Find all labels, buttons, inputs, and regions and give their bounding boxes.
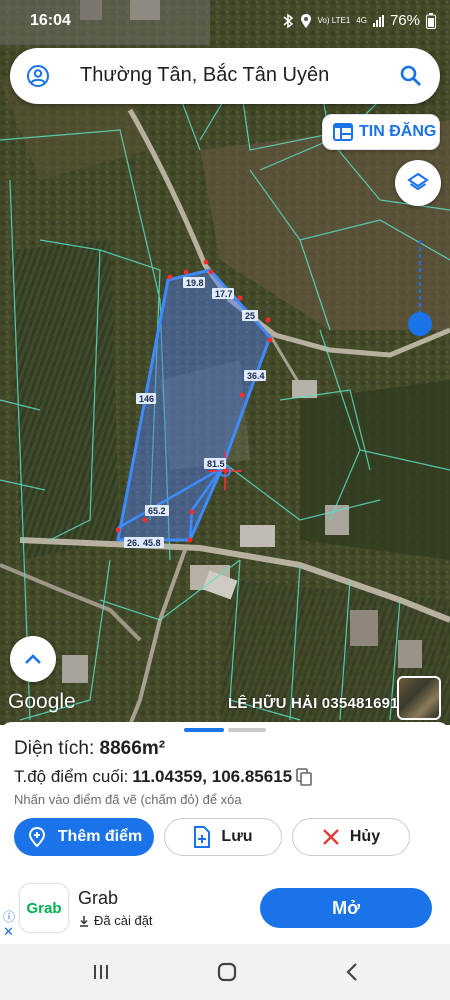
- owner-label: LÊ HỮU HẢI 0354816914: [228, 695, 408, 712]
- chevron-up-icon: [25, 654, 41, 664]
- coord-label: T.độ điểm cuối:: [14, 767, 129, 786]
- page-dot-active: [184, 728, 224, 732]
- ad-info-icon[interactable]: ⓘ: [3, 908, 15, 925]
- search-bar[interactable]: Thường Tân, Bắc Tân Uyên: [10, 48, 440, 104]
- tin-dang-button[interactable]: TIN ĐĂNG: [322, 114, 440, 150]
- back-icon[interactable]: [341, 960, 365, 984]
- status-icons: Vo) LTE1 4G 76%: [282, 12, 436, 29]
- area-value: 8866m²: [99, 738, 166, 759]
- bluetooth-icon: [283, 13, 293, 28]
- search-icon[interactable]: [398, 63, 424, 89]
- search-query[interactable]: Thường Tân, Bắc Tân Uyên: [80, 64, 329, 87]
- battery-level: 76%: [389, 12, 420, 29]
- add-location-icon: [28, 826, 45, 848]
- area-line: Diện tích: 8866m²: [14, 738, 165, 760]
- google-attribution: Google: [8, 690, 76, 713]
- ad-installed: Đã cài đặt: [78, 913, 153, 928]
- status-bar: 16:04 Vo) LTE1 4G 76%: [0, 0, 450, 44]
- hint-text: Nhấn vào điểm đã vẽ (chấm đỏ) để xóa: [14, 792, 242, 807]
- ad-banner[interactable]: ⓘ ✕ Grab Grab Đã cài đặt Mở: [0, 878, 450, 942]
- location-icon: [300, 13, 311, 28]
- page-dot: [228, 728, 266, 732]
- layers-icon: [407, 172, 429, 191]
- street-view-thumbnail[interactable]: [397, 676, 441, 720]
- home-icon[interactable]: [215, 960, 239, 984]
- map-view[interactable]: 19.8 17.7 25 36.4 146 81.5 65.2 26. 45.8: [0, 0, 450, 725]
- signal-icon: [372, 14, 384, 27]
- cancel-button[interactable]: Hủy: [292, 818, 410, 856]
- grab-logo: Grab: [20, 884, 68, 932]
- close-icon: [323, 829, 339, 845]
- cancel-label: Hủy: [349, 828, 381, 845]
- account-icon[interactable]: [26, 64, 50, 88]
- layers-button[interactable]: [395, 160, 441, 206]
- save-label: Lưu: [221, 828, 253, 845]
- copy-icon[interactable]: [296, 768, 312, 786]
- recents-icon[interactable]: [89, 960, 113, 984]
- add-file-icon: [194, 826, 211, 848]
- opacity-slider-track[interactable]: [419, 240, 421, 320]
- opacity-slider-thumb[interactable]: [408, 312, 432, 336]
- add-point-label: Thêm điểm: [57, 828, 143, 845]
- status-time: 16:04: [30, 12, 71, 29]
- add-point-button[interactable]: Thêm điểm: [14, 818, 154, 856]
- tin-dang-label: TIN ĐĂNG: [359, 123, 437, 140]
- download-icon: [80, 915, 88, 927]
- ad-close-icon[interactable]: ✕: [3, 924, 14, 940]
- network-label: Vo) LTE1: [317, 15, 351, 25]
- ad-open-button[interactable]: Mở: [260, 888, 432, 928]
- satellite-map[interactable]: [0, 0, 450, 725]
- coord-line: T.độ điểm cuối: 11.04359, 106.85615: [14, 767, 312, 787]
- coord-value: 11.04359, 106.85615: [132, 767, 293, 786]
- listing-icon: [333, 123, 353, 141]
- network-type: 4G: [356, 15, 367, 25]
- action-buttons: Thêm điểm Lưu Hủy: [14, 818, 410, 856]
- page-indicator: [184, 728, 266, 732]
- area-label: Diện tích:: [14, 738, 95, 759]
- system-nav-bar: [0, 944, 450, 1000]
- battery-icon: [426, 12, 436, 29]
- screen: 19.8 17.7 25 36.4 146 81.5 65.2 26. 45.8…: [0, 0, 450, 1000]
- save-button[interactable]: Lưu: [164, 818, 282, 856]
- expand-up-button[interactable]: [10, 636, 56, 682]
- ad-app-name: Grab: [78, 888, 119, 908]
